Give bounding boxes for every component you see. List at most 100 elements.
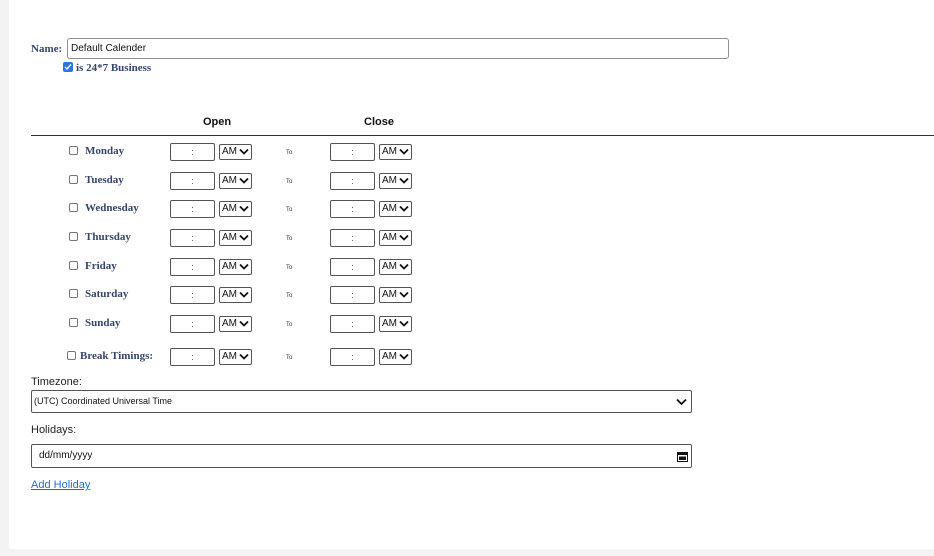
close-ampm-value: AM: [382, 261, 397, 272]
open-ampm-value: AM: [222, 318, 237, 329]
open-time-input[interactable]: :: [170, 143, 215, 161]
day-checkbox[interactable]: [69, 146, 78, 155]
holiday-date-placeholder: dd/mm/yyyy: [39, 450, 93, 461]
holiday-date-input[interactable]: dd/mm/yyyy: [31, 444, 692, 468]
day-checkbox[interactable]: [69, 261, 78, 270]
open-column-header: Open: [203, 116, 232, 128]
chevron-down-icon: [399, 291, 409, 298]
close-ampm-value: AM: [382, 351, 397, 362]
close-ampm-select[interactable]: AM: [379, 173, 412, 189]
open-ampm-value: AM: [222, 146, 237, 157]
close-ampm-select[interactable]: AM: [379, 144, 412, 160]
open-ampm-value: AM: [222, 232, 237, 243]
open-ampm-value: AM: [222, 261, 237, 272]
open-ampm-select[interactable]: AM: [219, 173, 252, 189]
to-label: To: [286, 355, 293, 361]
close-time-input[interactable]: :: [330, 315, 375, 333]
close-ampm-value: AM: [382, 146, 397, 157]
close-time-input[interactable]: :: [330, 348, 375, 366]
chevron-down-icon: [399, 148, 409, 155]
chevron-down-icon: [399, 177, 409, 184]
open-ampm-select[interactable]: AM: [219, 201, 252, 217]
close-time-separator: :: [351, 352, 354, 362]
is-247-label: is 24*7 Business: [76, 62, 152, 74]
day-label: Sunday: [85, 317, 121, 329]
close-time-input[interactable]: :: [330, 172, 375, 190]
close-time-separator: :: [351, 204, 354, 214]
close-ampm-select[interactable]: AM: [379, 316, 412, 332]
is-247-checkbox[interactable]: [63, 62, 73, 72]
close-ampm-select[interactable]: AM: [379, 287, 412, 303]
open-time-input[interactable]: :: [170, 315, 215, 333]
open-ampm-select[interactable]: AM: [219, 230, 252, 246]
chevron-down-icon: [239, 205, 249, 212]
to-label: To: [286, 179, 293, 185]
day-checkbox[interactable]: [69, 289, 78, 298]
open-time-separator: :: [191, 352, 194, 362]
chevron-down-icon: [239, 263, 249, 270]
close-ampm-select[interactable]: AM: [379, 349, 412, 365]
day-checkbox[interactable]: [69, 203, 78, 212]
day-checkbox[interactable]: [69, 318, 78, 327]
open-time-input[interactable]: :: [170, 258, 215, 276]
close-ampm-select[interactable]: AM: [379, 230, 412, 246]
close-time-input[interactable]: :: [330, 200, 375, 218]
close-ampm-value: AM: [382, 232, 397, 243]
chevron-down-icon: [676, 398, 687, 406]
chevron-down-icon: [239, 291, 249, 298]
chevron-down-icon: [399, 234, 409, 241]
name-input[interactable]: Default Calender: [67, 38, 729, 59]
open-time-separator: :: [191, 176, 194, 186]
open-ampm-value: AM: [222, 351, 237, 362]
open-time-separator: :: [191, 262, 194, 272]
close-time-separator: :: [351, 147, 354, 157]
close-ampm-select[interactable]: AM: [379, 201, 412, 217]
open-ampm-select[interactable]: AM: [219, 316, 252, 332]
break-timings-label: Break Timings:: [80, 350, 154, 362]
timezone-selected-value: (UTC) Coordinated Universal Time: [34, 396, 173, 406]
chevron-down-icon: [239, 148, 249, 155]
open-ampm-select[interactable]: AM: [219, 144, 252, 160]
close-time-input[interactable]: :: [330, 143, 375, 161]
open-time-input[interactable]: :: [170, 200, 215, 218]
chevron-down-icon: [239, 177, 249, 184]
timezone-select[interactable]: (UTC) Coordinated Universal Time: [31, 390, 692, 413]
calendar-icon[interactable]: [677, 451, 688, 462]
add-holiday-link[interactable]: Add Holiday: [31, 479, 90, 491]
day-checkbox[interactable]: [69, 175, 78, 184]
name-label: Name:: [31, 43, 63, 55]
close-time-input[interactable]: :: [330, 286, 375, 304]
day-label: Monday: [85, 145, 125, 157]
break-timings-checkbox[interactable]: [67, 351, 76, 360]
day-label: Wednesday: [85, 202, 139, 214]
close-time-separator: :: [351, 262, 354, 272]
to-label: To: [286, 236, 293, 242]
close-time-separator: :: [351, 290, 354, 300]
close-time-input[interactable]: :: [330, 229, 375, 247]
day-checkbox[interactable]: [69, 232, 78, 241]
open-time-input[interactable]: :: [170, 348, 215, 366]
close-time-separator: :: [351, 176, 354, 186]
to-label: To: [286, 150, 293, 156]
close-ampm-value: AM: [382, 289, 397, 300]
open-time-separator: :: [191, 233, 194, 243]
open-time-input[interactable]: :: [170, 229, 215, 247]
to-label: To: [286, 293, 293, 299]
close-time-input[interactable]: :: [330, 258, 375, 276]
open-time-separator: :: [191, 290, 194, 300]
header-divider: [31, 135, 934, 136]
chevron-down-icon: [399, 353, 409, 360]
open-time-input[interactable]: :: [170, 286, 215, 304]
open-time-input[interactable]: :: [170, 172, 215, 190]
open-ampm-select[interactable]: AM: [219, 349, 252, 365]
chevron-down-icon: [239, 353, 249, 360]
open-ampm-value: AM: [222, 203, 237, 214]
close-column-header: Close: [364, 116, 394, 128]
chevron-down-icon: [399, 320, 409, 327]
close-ampm-select[interactable]: AM: [379, 259, 412, 275]
open-ampm-select[interactable]: AM: [219, 287, 252, 303]
to-label: To: [286, 207, 293, 213]
open-ampm-select[interactable]: AM: [219, 259, 252, 275]
day-label: Friday: [85, 260, 117, 272]
open-time-separator: :: [191, 204, 194, 214]
